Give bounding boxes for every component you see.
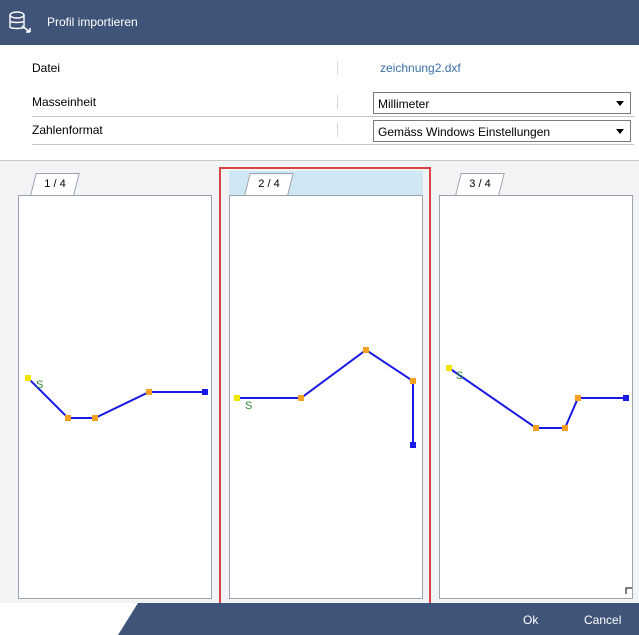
- import-form: Datei zeichnung2.dxf Masseinheit Millime…: [0, 45, 639, 160]
- unit-label: Masseinheit: [32, 95, 97, 109]
- profile-node: [533, 425, 539, 431]
- column-splitter[interactable]: [337, 95, 340, 109]
- profile-node: [562, 425, 568, 431]
- dropdown-arrow-icon[interactable]: [616, 101, 624, 106]
- cancel-button[interactable]: Cancel: [584, 613, 621, 627]
- footer-band: [118, 603, 639, 635]
- database-import-icon: [9, 11, 31, 33]
- dialog-footer: Ok Cancel: [0, 603, 639, 635]
- start-label: S: [456, 370, 463, 382]
- profile-card-2[interactable]: S: [229, 195, 423, 599]
- unit-row: Masseinheit Millimeter: [32, 92, 634, 117]
- number-format-dropdown-value: Gemäss Windows Einstellungen: [378, 125, 551, 139]
- profile-node: [363, 347, 369, 353]
- unit-dropdown-value: Millimeter: [378, 97, 430, 111]
- profile-3-drawing: S: [446, 365, 632, 594]
- column-splitter[interactable]: [337, 61, 340, 75]
- profile-line: [237, 348, 414, 445]
- end-node: [202, 389, 208, 395]
- file-name-link[interactable]: zeichnung2.dxf: [380, 61, 461, 75]
- tab-profile-1-label: 1 / 4: [44, 178, 66, 190]
- dropdown-arrow-icon[interactable]: [616, 129, 624, 134]
- start-node: [234, 395, 240, 401]
- start-label: S: [36, 379, 43, 391]
- tab-profile-2-label: 2 / 4: [258, 178, 280, 190]
- window-title: Profil importieren: [47, 15, 138, 29]
- profile-preview-area: 1 / 4 S 2 / 4 S 3 / 4 S: [0, 160, 639, 605]
- profile-2-drawing: S: [234, 347, 416, 448]
- profile-card-1[interactable]: S: [18, 195, 212, 599]
- profile-line: [27, 377, 205, 419]
- resize-grip-icon: [625, 587, 632, 594]
- tab-profile-2[interactable]: 2 / 4: [244, 173, 294, 195]
- profile-1-drawing: S: [25, 375, 208, 421]
- ok-button[interactable]: Ok: [523, 613, 538, 627]
- file-row: Datei zeichnung2.dxf: [32, 58, 632, 80]
- start-label: S: [245, 400, 252, 412]
- tab-profile-1[interactable]: 1 / 4: [30, 173, 80, 195]
- end-node: [623, 395, 629, 401]
- unit-dropdown[interactable]: Millimeter: [373, 92, 631, 114]
- column-splitter[interactable]: [337, 123, 340, 137]
- end-node: [410, 442, 416, 448]
- profile-node: [410, 378, 416, 384]
- profile-card-3[interactable]: S: [439, 195, 633, 599]
- file-label: Datei: [32, 61, 61, 75]
- profile-node: [92, 415, 98, 421]
- profile-node: [298, 395, 304, 401]
- tab-profile-3[interactable]: 3 / 4: [455, 173, 505, 195]
- start-node: [25, 375, 31, 381]
- number-format-row: Zahlenformat Gemäss Windows Einstellunge…: [32, 120, 634, 145]
- start-node: [446, 365, 452, 371]
- profile-node: [146, 389, 152, 395]
- profile-node: [575, 395, 581, 401]
- profile-line: [448, 367, 626, 429]
- number-format-label: Zahlenformat: [32, 123, 103, 137]
- profile-node: [65, 415, 71, 421]
- number-format-dropdown[interactable]: Gemäss Windows Einstellungen: [373, 120, 631, 142]
- tab-profile-3-label: 3 / 4: [469, 178, 491, 190]
- title-bar: Profil importieren: [0, 0, 639, 45]
